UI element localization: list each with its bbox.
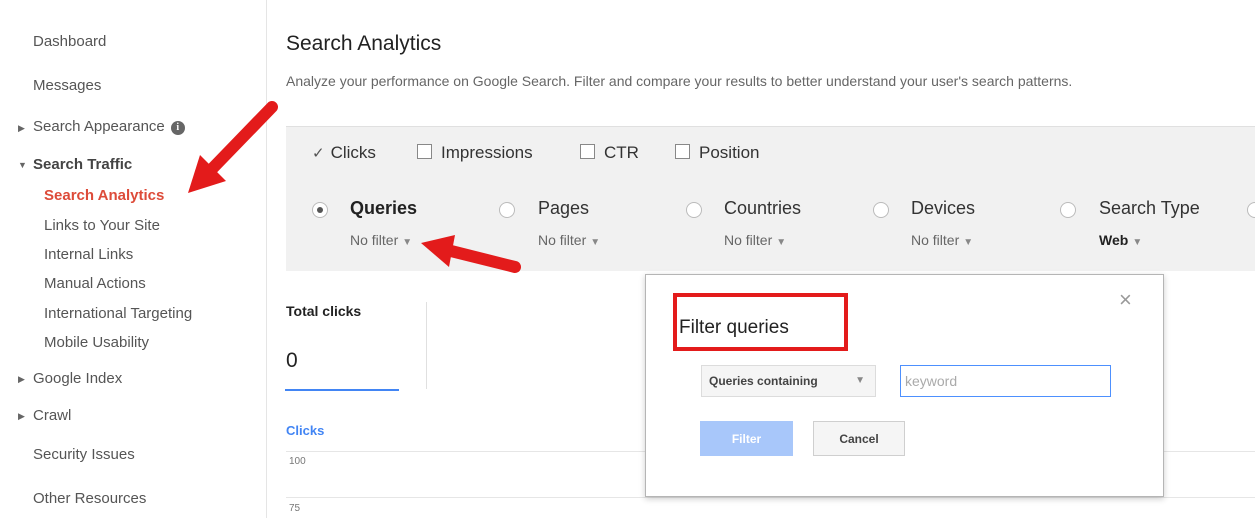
sidebar-item-links-to-your-site[interactable]: Links to Your Site <box>44 217 160 234</box>
metric-clicks-toggle[interactable]: ✓ Clicks <box>312 143 376 163</box>
chevron-down-icon: ▼ <box>855 375 865 386</box>
sidebar-item-google-index[interactable]: Google Index <box>33 370 122 387</box>
y-tick-label: 100 <box>289 456 306 467</box>
radio-devices[interactable] <box>873 202 889 218</box>
caret-right-icon[interactable]: ▶ <box>18 123 25 134</box>
close-icon[interactable]: × <box>1119 289 1132 311</box>
radio-countries[interactable] <box>686 202 702 218</box>
queries-filter-dropdown[interactable]: No filter ▼ <box>350 232 412 248</box>
pages-filter-dropdown[interactable]: No filter ▼ <box>538 232 600 248</box>
checkbox[interactable] <box>675 144 690 159</box>
sidebar-item-manual-actions[interactable]: Manual Actions <box>44 275 146 292</box>
select-value: Queries containing <box>709 374 818 388</box>
dimension-search-type[interactable]: Search Type <box>1099 198 1200 219</box>
chevron-down-icon: ▼ <box>963 237 974 248</box>
sidebar-item-label: Search Appearance <box>33 118 165 135</box>
metric-impressions-toggle[interactable]: Impressions <box>417 143 533 163</box>
caret-right-icon[interactable]: ▶ <box>18 411 25 422</box>
keyword-input[interactable] <box>900 365 1111 397</box>
total-clicks-value: 0 <box>286 349 298 372</box>
chevron-down-icon: ▼ <box>1132 237 1143 248</box>
filter-button[interactable]: Filter <box>700 421 793 456</box>
sidebar-item-search-traffic[interactable]: Search Traffic <box>33 156 132 173</box>
checkbox[interactable] <box>580 144 595 159</box>
sidebar-item-mobile-usability[interactable]: Mobile Usability <box>44 334 149 351</box>
filter-dialog: × Filter queries Queries containing ▼ Fi… <box>645 274 1164 497</box>
dimension-queries[interactable]: Queries <box>350 198 417 219</box>
total-clicks-underline <box>285 389 399 391</box>
sidebar-item-internal-links[interactable]: Internal Links <box>44 246 133 263</box>
total-clicks-label: Total clicks <box>286 303 362 319</box>
dimension-devices[interactable]: Devices <box>911 198 975 219</box>
page-title: Search Analytics <box>286 32 442 55</box>
dialog-title: Filter queries <box>679 317 789 338</box>
devices-filter-dropdown[interactable]: No filter ▼ <box>911 232 973 248</box>
checkbox[interactable] <box>417 144 432 159</box>
gridline <box>286 497 1255 498</box>
radio-queries[interactable] <box>312 202 328 218</box>
metric-position-toggle[interactable]: Position <box>675 143 759 163</box>
search-type-filter-dropdown[interactable]: Web ▼ <box>1099 232 1142 248</box>
checkmark-icon: ✓ <box>312 145 325 162</box>
filter-value: No filter <box>538 232 587 248</box>
sidebar-nav: Dashboard Messages ▶ Search Appearance i … <box>0 0 267 518</box>
countries-filter-dropdown[interactable]: No filter ▼ <box>724 232 786 248</box>
sidebar-item-crawl[interactable]: Crawl <box>33 407 71 424</box>
sidebar-item-international-targeting[interactable]: International Targeting <box>44 305 192 322</box>
sidebar-item-other-resources[interactable]: Other Resources <box>33 490 146 507</box>
sidebar-item-search-analytics[interactable]: Search Analytics <box>44 187 164 204</box>
chevron-down-icon: ▼ <box>402 237 413 248</box>
metric-label: Impressions <box>441 143 533 162</box>
filter-value: Web <box>1099 232 1129 248</box>
divider <box>426 302 427 389</box>
info-icon[interactable]: i <box>170 121 185 135</box>
filter-value: No filter <box>911 232 960 248</box>
chevron-down-icon: ▼ <box>590 237 601 248</box>
filter-value: No filter <box>350 232 399 248</box>
caret-down-icon[interactable]: ▼ <box>18 160 27 170</box>
sidebar-item-dashboard[interactable]: Dashboard <box>33 33 106 50</box>
radio-pages[interactable] <box>499 202 515 218</box>
chart-label: Clicks <box>286 423 325 438</box>
metric-label: Position <box>699 143 760 162</box>
sidebar-item-messages[interactable]: Messages <box>33 77 101 94</box>
chevron-down-icon: ▼ <box>776 237 787 248</box>
y-tick-label: 75 <box>289 503 301 514</box>
metric-label: Clicks <box>330 143 376 162</box>
filter-value: No filter <box>724 232 773 248</box>
metric-ctr-toggle[interactable]: CTR <box>580 143 639 163</box>
sidebar-item-search-appearance[interactable]: Search Appearance i <box>33 118 185 135</box>
dimension-countries[interactable]: Countries <box>724 198 801 219</box>
cancel-button[interactable]: Cancel <box>813 421 905 456</box>
metric-label: CTR <box>604 143 639 162</box>
page-description: Analyze your performance on Google Searc… <box>286 73 1073 89</box>
dimension-pages[interactable]: Pages <box>538 198 589 219</box>
sidebar-item-security-issues[interactable]: Security Issues <box>33 446 135 463</box>
caret-right-icon[interactable]: ▶ <box>18 374 25 385</box>
radio-search-type[interactable] <box>1060 202 1076 218</box>
match-type-select[interactable]: Queries containing ▼ <box>701 365 876 397</box>
